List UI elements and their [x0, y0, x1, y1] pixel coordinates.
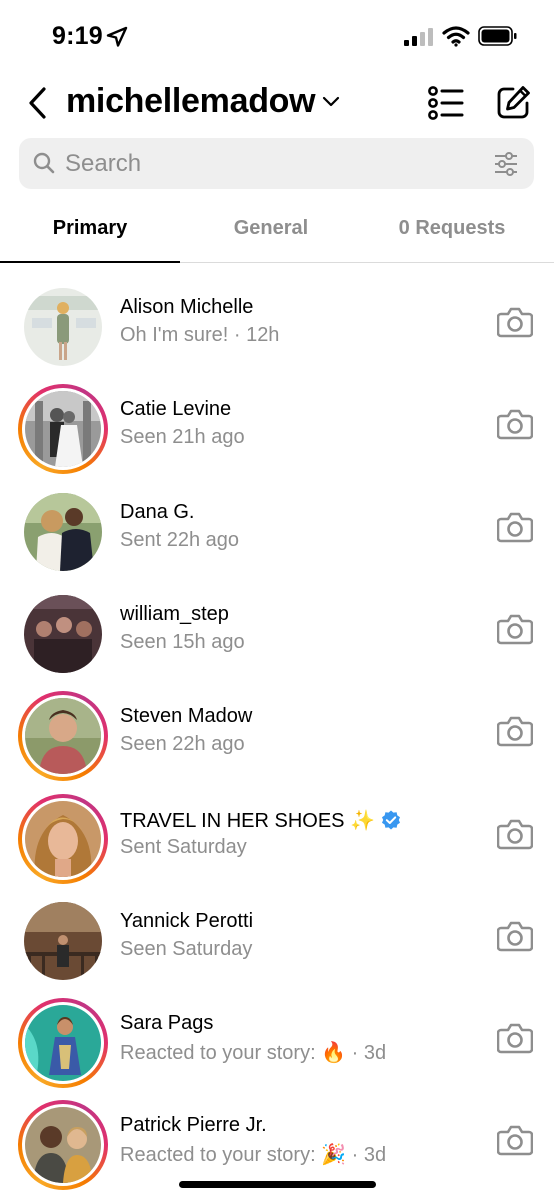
notes-list-icon[interactable]	[428, 86, 464, 120]
status-bar: 9:19	[0, 0, 554, 72]
thread-name: TRAVEL IN HER SHOES ✨	[120, 808, 401, 833]
avatar[interactable]	[18, 589, 108, 679]
battery-icon	[478, 26, 517, 46]
avatar-photo	[25, 1107, 101, 1183]
thread-subtitle: Sent Saturday	[120, 836, 247, 858]
camera-icon[interactable]	[497, 715, 533, 747]
avatar-photo	[24, 288, 102, 366]
tab-general[interactable]: General	[181, 208, 361, 262]
camera-icon[interactable]	[497, 818, 533, 850]
search-input[interactable]	[65, 138, 465, 189]
thread-row[interactable]: TRAVEL IN HER SHOES ✨ Sent Saturday	[0, 794, 554, 896]
home-indicator[interactable]	[179, 1181, 376, 1188]
camera-icon[interactable]	[497, 1124, 533, 1156]
thread-row[interactable]: Yannick Perotti Seen Saturday	[0, 896, 554, 998]
thread-subtitle: Seen 22h ago	[120, 733, 245, 755]
avatar-story-ring[interactable]	[18, 691, 108, 781]
avatar-photo	[25, 698, 101, 774]
new-message-icon[interactable]	[496, 84, 532, 120]
cell-signal-icon	[404, 28, 433, 46]
thread-row[interactable]: Dana G. Sent 22h ago	[0, 487, 554, 589]
thread-subtitle: Seen Saturday	[120, 938, 253, 960]
status-time: 9:19	[52, 22, 103, 50]
camera-icon[interactable]	[497, 1022, 533, 1054]
thread-subtitle: Sent 22h ago	[120, 529, 239, 551]
thread-name: william_step	[120, 603, 229, 625]
verified-badge-icon	[381, 810, 400, 830]
avatar-story-ring[interactable]	[18, 1100, 108, 1190]
camera-icon[interactable]	[497, 306, 533, 338]
thread-name: Yannick Perotti	[120, 910, 254, 932]
thread-subtitle: Reacted to your story: 🎉 · 3d	[120, 1144, 387, 1166]
thread-name: Patrick Pierre Jr.	[120, 1114, 267, 1136]
avatar-photo	[25, 1005, 101, 1081]
camera-icon[interactable]	[497, 920, 533, 952]
wifi-icon	[442, 26, 470, 47]
camera-icon[interactable]	[497, 613, 533, 645]
back-chevron-icon[interactable]	[26, 86, 50, 120]
thread-subtitle: Oh I'm sure! · 12h	[120, 324, 280, 346]
thread-row[interactable]: Alison Michelle Oh I'm sure! · 12h	[0, 282, 554, 384]
chevron-down-icon[interactable]	[322, 96, 340, 108]
tab-primary[interactable]: Primary	[0, 208, 180, 262]
tab-requests[interactable]: 0 Requests	[362, 208, 542, 262]
thread-row[interactable]: william_step Seen 15h ago	[0, 589, 554, 691]
avatar-story-ring[interactable]	[18, 384, 108, 474]
avatar[interactable]	[18, 487, 108, 577]
thread-row[interactable]: Catie Levine Seen 21h ago	[0, 384, 554, 486]
filter-sliders-icon[interactable]	[493, 151, 519, 177]
avatar-story-ring[interactable]	[18, 794, 108, 884]
camera-icon[interactable]	[497, 511, 533, 543]
thread-subtitle: Seen 15h ago	[120, 631, 245, 653]
thread-name: Dana G.	[120, 501, 195, 523]
avatar-photo	[24, 493, 102, 571]
thread-row[interactable]: Sara Pags Reacted to your story: 🔥 · 3d	[0, 998, 554, 1100]
top-nav: michellemadow	[0, 72, 554, 134]
avatar-story-ring[interactable]	[18, 998, 108, 1088]
location-arrow-icon	[106, 26, 128, 47]
search-icon	[33, 152, 55, 174]
thread-row[interactable]: Steven Madow Seen 22h ago	[0, 691, 554, 793]
avatar[interactable]	[18, 896, 108, 986]
thread-name: Alison Michelle	[120, 296, 254, 318]
camera-icon[interactable]	[497, 408, 533, 440]
avatar-photo	[25, 801, 101, 877]
thread-name: Catie Levine	[120, 398, 232, 420]
thread-name: Steven Madow	[120, 705, 253, 727]
avatar-photo	[24, 902, 102, 980]
avatar[interactable]	[18, 282, 108, 372]
thread-name-text: TRAVEL IN HER SHOES ✨	[120, 810, 375, 832]
account-username[interactable]: michellemadow	[66, 82, 316, 121]
thread-subtitle: Seen 21h ago	[120, 426, 245, 448]
avatar-photo	[24, 595, 102, 673]
search-bar[interactable]	[19, 138, 534, 189]
active-tab-indicator	[0, 261, 180, 263]
inbox-tabs: Primary General 0 Requests	[0, 208, 554, 263]
thread-subtitle: Reacted to your story: 🔥 · 3d	[120, 1042, 387, 1064]
thread-name: Sara Pags	[120, 1012, 214, 1034]
avatar-photo	[25, 391, 101, 467]
